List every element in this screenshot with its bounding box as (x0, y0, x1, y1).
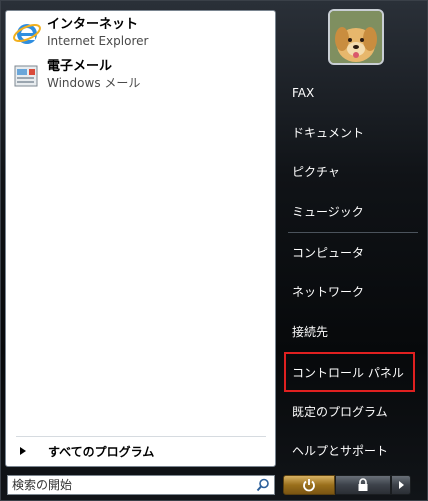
menu-item-label: ヘルプとサポート (292, 443, 389, 458)
pinned-item-internet[interactable]: インターネット Internet Explorer (12, 14, 272, 52)
power-button[interactable] (283, 475, 335, 495)
power-controls (283, 475, 411, 495)
menu-item-label: ピクチャ (292, 164, 340, 179)
search-input[interactable] (8, 478, 252, 492)
menu-item-label: 既定のプログラム (292, 404, 388, 419)
menu-item-label: コントロール パネル (292, 365, 404, 380)
ie-icon (13, 23, 41, 44)
search-icon[interactable] (255, 477, 271, 493)
menu-separator (288, 232, 418, 233)
menu-item-label: コンピュータ (292, 245, 365, 260)
menu-item-computer[interactable]: コンピュータ (283, 237, 417, 267)
menu-item-label: 接続先 (292, 324, 329, 339)
pinned-title: 電子メール (47, 59, 113, 74)
menu-item-control-panel[interactable]: コントロール パネル (283, 357, 417, 387)
search-box[interactable] (7, 475, 275, 495)
all-programs-separator (16, 436, 266, 437)
lock-button[interactable] (335, 475, 391, 495)
menu-item-label: ドキュメント (292, 125, 365, 140)
dog-picture-icon (330, 11, 382, 63)
menu-item-pictures[interactable]: ピクチャ (283, 156, 417, 186)
pinned-title: インターネット (47, 17, 139, 32)
start-menu: インターネット Internet Explorer 電子メール Windows … (0, 0, 428, 501)
programs-panel: インターネット Internet Explorer 電子メール Windows … (5, 10, 276, 467)
menu-item-music[interactable]: ミュージック (283, 196, 417, 226)
menu-item-network[interactable]: ネットワーク (283, 276, 417, 306)
menu-item-default-programs[interactable]: 既定のプログラム (283, 396, 417, 426)
menu-item-label: FAX (292, 86, 315, 100)
menu-item-connect-to[interactable]: 接続先 (283, 316, 417, 346)
menu-item-help-support[interactable]: ヘルプとサポート (283, 435, 417, 465)
menu-item-label: ネットワーク (292, 284, 365, 299)
arrow-right-icon (399, 481, 404, 489)
all-programs-label: すべてのプログラム (48, 444, 155, 459)
menu-item-label: ミュージック (292, 204, 364, 219)
user-avatar[interactable] (328, 9, 384, 65)
pinned-subtitle: Windows メール (47, 76, 141, 90)
pinned-item-mail[interactable]: 電子メール Windows メール (12, 56, 272, 94)
mail-icon (14, 65, 38, 87)
lock-icon (358, 478, 368, 491)
arrow-right-icon (20, 447, 26, 455)
shutdown-options-button[interactable] (391, 475, 411, 495)
menu-item-documents[interactable]: ドキュメント (283, 117, 417, 147)
menu-item-fax[interactable]: FAX (283, 78, 417, 108)
pinned-subtitle: Internet Explorer (47, 34, 149, 48)
power-icon (303, 479, 315, 492)
all-programs-button[interactable]: すべてのプログラム (12, 440, 270, 462)
